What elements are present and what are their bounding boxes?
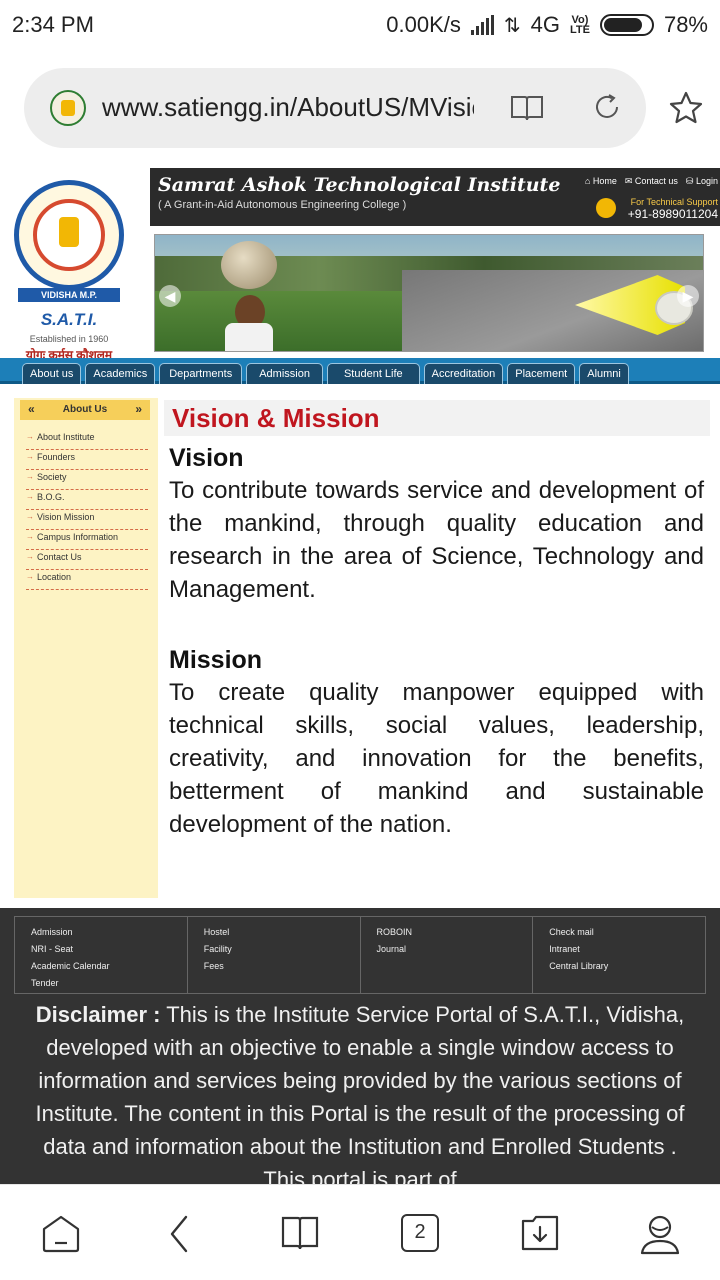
footer-column: Hostel Facility Fees (188, 917, 361, 993)
nav-about-us[interactable]: About us (22, 363, 82, 384)
reload-icon[interactable] (592, 92, 622, 122)
vision-text: To contribute towards service and develo… (169, 477, 704, 603)
nav-admission[interactable]: Admission (246, 363, 323, 384)
volte-icon: Vo) LTE (569, 14, 590, 36)
page-title: Vision & Mission (164, 400, 710, 436)
footer-link-roboin[interactable]: ROBOIN (377, 924, 533, 941)
footer-link-central-library[interactable]: Central Library (549, 958, 705, 975)
sidebar-item-society[interactable]: Society (26, 470, 148, 490)
seal-emblem (14, 180, 124, 290)
chevron-right-icon: » (135, 402, 142, 416)
footer-link-check-mail[interactable]: Check mail (549, 924, 705, 941)
home-link[interactable]: ⌂ Home (585, 176, 617, 187)
footer-link-nri-seat[interactable]: NRI - Seat (31, 941, 187, 958)
battery-level: 78% (663, 12, 708, 37)
footer-link-intranet[interactable]: Intranet (549, 941, 705, 958)
footer-link-tender[interactable]: Tender (31, 975, 187, 992)
logo-ribbon: VIDISHA M.P. (18, 288, 120, 302)
footer-column: Check mail Intranet Central Library (533, 917, 705, 993)
tabs-button[interactable]: 2 (401, 1214, 439, 1252)
contact-link[interactable]: ✉ Contact us (625, 176, 678, 187)
sidebar-item-campus-information[interactable]: Campus Information (26, 530, 148, 550)
sidebar-links: About Institute Founders Society B.O.G. … (26, 430, 148, 590)
status-indicators: 0.00K/s ⇅ 4G Vo) LTE 78% (386, 12, 708, 38)
sidebar-item-vision-mission[interactable]: Vision Mission (26, 510, 148, 530)
status-bar: 2:34 PM 0.00K/s ⇅ 4G Vo) LTE 78% (0, 0, 720, 50)
reader-mode-icon[interactable] (510, 94, 544, 122)
footer-link-hostel[interactable]: Hostel (204, 924, 360, 941)
network-speed: 0.00K/s (386, 12, 461, 37)
support-phone[interactable]: +91-8989011204 (628, 208, 718, 220)
home-icon[interactable] (40, 1213, 82, 1255)
url-text[interactable]: www.satiengg.in/AboutUS/MVision.aspx (102, 92, 474, 123)
footer-link-journal[interactable]: Journal (377, 941, 533, 958)
technical-support: For Technical Support +91-8989011204 (628, 196, 718, 220)
site-header: VIDISHA M.P. S.A.T.I. Established in 196… (0, 168, 720, 362)
disclaimer-text: This is the Institute Service Portal of … (35, 1002, 685, 1184)
vision-heading: Vision (169, 444, 244, 472)
slide-next-icon[interactable]: ▶ (677, 285, 699, 307)
login-link[interactable]: ⛁ Login (686, 176, 718, 187)
site-footer: Admission NRI - Seat Academic Calendar T… (0, 908, 720, 1184)
sidebar-header: « About Us » (20, 400, 150, 420)
banner-ball (221, 241, 277, 289)
sidebar-title: About Us (62, 404, 108, 415)
nav-accreditation[interactable]: Accreditation (423, 363, 504, 384)
footer-link-admission[interactable]: Admission (31, 924, 187, 941)
bookmark-star-icon[interactable] (668, 90, 704, 126)
downloads-icon[interactable] (519, 1213, 561, 1253)
sidebar-item-location[interactable]: Location (26, 570, 148, 590)
logo-short-name: S.A.T.I. (40, 310, 98, 329)
institute-logo[interactable]: VIDISHA M.P. S.A.T.I. Established in 196… (0, 176, 138, 362)
institute-name: Samrat Ashok Technological Institute (158, 174, 561, 196)
network-type: 4G (530, 12, 560, 37)
tab-count: 2 (414, 1221, 426, 1243)
top-links: ⌂ Home ✉ Contact us ⛁ Login (585, 176, 718, 187)
footer-link-facility[interactable]: Facility (204, 941, 360, 958)
footer-link-fees[interactable]: Fees (204, 958, 360, 975)
address-bar[interactable]: www.satiengg.in/AboutUS/MVision.aspx (24, 68, 646, 148)
sidebar-item-about-institute[interactable]: About Institute (26, 430, 148, 450)
disclaimer-label: Disclaimer : (35, 1002, 161, 1027)
logo-established: Established in 1960 (29, 334, 109, 344)
slide-prev-icon[interactable]: ◀ (159, 285, 181, 307)
bookmarks-book-icon[interactable] (280, 1213, 320, 1253)
footer-link-academic-calendar[interactable]: Academic Calendar (31, 958, 187, 975)
signal-icon (470, 15, 494, 35)
footer-links: Admission NRI - Seat Academic Calendar T… (14, 916, 706, 994)
footer-column: Admission NRI - Seat Academic Calendar T… (15, 917, 188, 993)
data-arrows-icon: ⇅ (503, 14, 521, 37)
back-arrow-icon[interactable] (164, 1213, 194, 1255)
title-bar: Samrat Ashok Technological Institute ( A… (150, 168, 720, 226)
mission-heading: Mission (169, 646, 263, 674)
institute-subtitle: ( A Grant-in-Aid Autonomous Engineering … (158, 199, 407, 211)
sidebar-item-bog[interactable]: B.O.G. (26, 490, 148, 510)
support-icon (596, 198, 616, 218)
sidebar-item-founders[interactable]: Founders (26, 450, 148, 470)
mission-text: To create quality manpower equipped with… (169, 679, 704, 838)
main-content: Vision & Mission Vision To contribute to… (164, 400, 710, 841)
profile-icon[interactable] (640, 1213, 680, 1255)
nav-placement[interactable]: Placement (507, 363, 576, 384)
nav-student-life[interactable]: Student Life (326, 363, 420, 384)
main-nav: About us Academics Departments Admission… (0, 358, 720, 384)
nav-alumni[interactable]: Alumni (579, 363, 629, 384)
site-favicon-icon (50, 90, 86, 126)
footer-column: ROBOIN Journal (361, 917, 534, 993)
battery-icon (599, 14, 654, 36)
nav-academics[interactable]: Academics (85, 363, 156, 384)
sidebar-item-contact-us[interactable]: Contact Us (26, 550, 148, 570)
web-page: VIDISHA M.P. S.A.T.I. Established in 196… (0, 168, 720, 1184)
status-time: 2:34 PM (12, 12, 94, 37)
sidebar: « About Us » About Institute Founders So… (14, 398, 158, 898)
banner-slideshow: ◀ ▶ (154, 234, 704, 352)
disclaimer: Disclaimer : This is the Institute Servi… (20, 998, 700, 1184)
browser-bottom-nav: 2 (0, 1184, 720, 1280)
nav-departments[interactable]: Departments (159, 363, 243, 384)
